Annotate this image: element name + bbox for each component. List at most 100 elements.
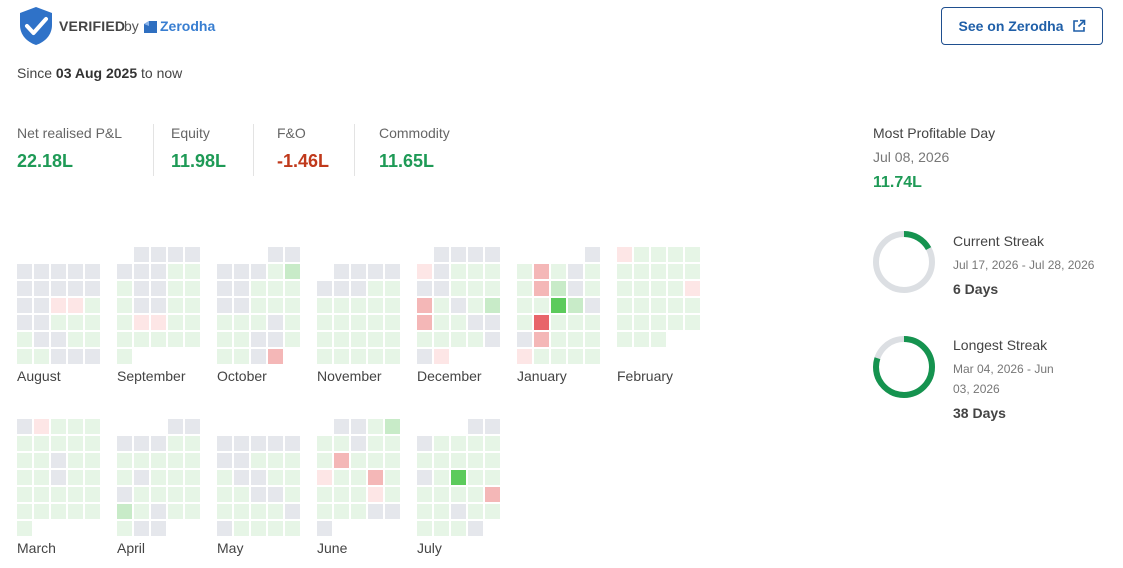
day-cell[interactable] (334, 298, 349, 313)
day-cell[interactable] (368, 315, 383, 330)
day-cell[interactable] (334, 264, 349, 279)
day-cell[interactable] (285, 487, 300, 502)
day-cell[interactable] (468, 419, 483, 434)
day-cell[interactable] (351, 332, 366, 347)
day-cell[interactable] (234, 349, 249, 364)
day-cell[interactable] (334, 315, 349, 330)
day-cell[interactable] (368, 436, 383, 451)
day-cell[interactable] (468, 315, 483, 330)
day-cell[interactable] (568, 332, 583, 347)
day-cell[interactable] (68, 436, 83, 451)
day-cell[interactable] (285, 521, 300, 536)
day-cell[interactable] (17, 315, 32, 330)
day-cell[interactable] (217, 470, 232, 485)
day-cell[interactable] (468, 453, 483, 468)
day-cell[interactable] (617, 332, 632, 347)
day-cell[interactable] (268, 349, 283, 364)
day-cell[interactable] (268, 487, 283, 502)
day-cell[interactable] (268, 281, 283, 296)
day-cell[interactable] (468, 264, 483, 279)
day-cell[interactable] (368, 487, 383, 502)
day-cell[interactable] (334, 470, 349, 485)
day-cell[interactable] (417, 332, 432, 347)
day-cell[interactable] (51, 349, 66, 364)
day-cell[interactable] (334, 419, 349, 434)
day-cell[interactable] (51, 281, 66, 296)
day-cell[interactable] (434, 504, 449, 519)
day-cell[interactable] (317, 298, 332, 313)
day-cell[interactable] (51, 298, 66, 313)
day-cell[interactable] (617, 298, 632, 313)
day-cell[interactable] (334, 436, 349, 451)
day-cell[interactable] (85, 470, 100, 485)
day-cell[interactable] (185, 436, 200, 451)
day-cell[interactable] (34, 453, 49, 468)
day-cell[interactable] (151, 436, 166, 451)
day-cell[interactable] (651, 247, 666, 262)
day-cell[interactable] (351, 315, 366, 330)
day-cell[interactable] (585, 332, 600, 347)
day-cell[interactable] (468, 298, 483, 313)
day-cell[interactable] (17, 298, 32, 313)
day-cell[interactable] (434, 436, 449, 451)
day-cell[interactable] (485, 419, 500, 434)
day-cell[interactable] (285, 470, 300, 485)
day-cell[interactable] (234, 470, 249, 485)
day-cell[interactable] (451, 247, 466, 262)
day-cell[interactable] (634, 332, 649, 347)
day-cell[interactable] (417, 453, 432, 468)
day-cell[interactable] (417, 521, 432, 536)
day-cell[interactable] (534, 349, 549, 364)
day-cell[interactable] (451, 436, 466, 451)
day-cell[interactable] (134, 436, 149, 451)
day-cell[interactable] (34, 315, 49, 330)
day-cell[interactable] (585, 247, 600, 262)
day-cell[interactable] (251, 436, 266, 451)
day-cell[interactable] (451, 264, 466, 279)
day-cell[interactable] (434, 332, 449, 347)
day-cell[interactable] (517, 349, 532, 364)
day-cell[interactable] (251, 281, 266, 296)
day-cell[interactable] (85, 349, 100, 364)
day-cell[interactable] (68, 264, 83, 279)
day-cell[interactable] (151, 470, 166, 485)
day-cell[interactable] (351, 281, 366, 296)
day-cell[interactable] (551, 315, 566, 330)
day-cell[interactable] (117, 436, 132, 451)
day-cell[interactable] (51, 470, 66, 485)
day-cell[interactable] (334, 487, 349, 502)
day-cell[interactable] (368, 504, 383, 519)
day-cell[interactable] (251, 332, 266, 347)
day-cell[interactable] (434, 521, 449, 536)
day-cell[interactable] (468, 332, 483, 347)
day-cell[interactable] (134, 504, 149, 519)
day-cell[interactable] (285, 436, 300, 451)
day-cell[interactable] (168, 419, 183, 434)
day-cell[interactable] (85, 504, 100, 519)
day-cell[interactable] (668, 264, 683, 279)
day-cell[interactable] (334, 349, 349, 364)
day-cell[interactable] (268, 436, 283, 451)
day-cell[interactable] (368, 349, 383, 364)
day-cell[interactable] (17, 349, 32, 364)
day-cell[interactable] (234, 436, 249, 451)
day-cell[interactable] (134, 470, 149, 485)
day-cell[interactable] (17, 470, 32, 485)
day-cell[interactable] (534, 264, 549, 279)
day-cell[interactable] (151, 315, 166, 330)
day-cell[interactable] (568, 298, 583, 313)
day-cell[interactable] (468, 436, 483, 451)
day-cell[interactable] (185, 264, 200, 279)
day-cell[interactable] (234, 487, 249, 502)
day-cell[interactable] (117, 521, 132, 536)
day-cell[interactable] (551, 281, 566, 296)
day-cell[interactable] (385, 419, 400, 434)
day-cell[interactable] (668, 315, 683, 330)
day-cell[interactable] (268, 521, 283, 536)
day-cell[interactable] (417, 349, 432, 364)
day-cell[interactable] (185, 247, 200, 262)
day-cell[interactable] (34, 298, 49, 313)
day-cell[interactable] (17, 453, 32, 468)
day-cell[interactable] (134, 247, 149, 262)
day-cell[interactable] (285, 315, 300, 330)
